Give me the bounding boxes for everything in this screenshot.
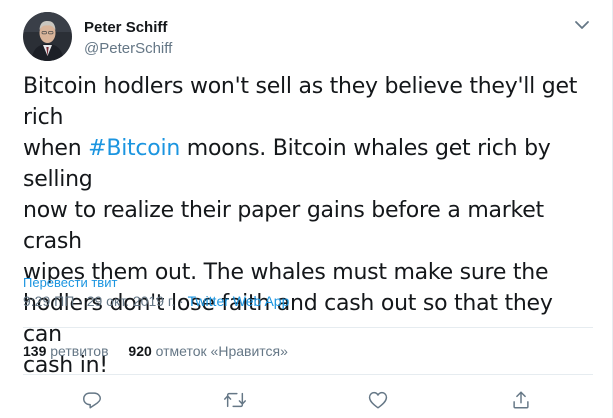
likes-stat[interactable]: 920 отметок «Нравится» — [128, 343, 288, 359]
author-handle[interactable]: @PeterSchiff — [84, 40, 172, 57]
chevron-down-icon — [575, 21, 589, 29]
author-name[interactable]: Peter Schiff — [84, 19, 167, 36]
reply-icon — [83, 392, 101, 409]
tweet-actions — [0, 383, 613, 415]
share-button[interactable] — [507, 386, 535, 414]
likes-label: отметок «Нравится» — [155, 343, 288, 359]
tweet-meta: 9:29 ПП · 29 окт. 2019 г. · Twitter Web … — [23, 293, 289, 309]
more-options-button[interactable] — [573, 18, 591, 32]
divider — [23, 327, 593, 328]
retweet-button[interactable] — [221, 386, 249, 414]
meta-separator: · — [74, 293, 87, 309]
tweet-card: Peter Schiff @PeterSchiff Bitcoin hodler… — [0, 0, 613, 418]
divider — [23, 374, 593, 375]
retweet-icon — [224, 392, 246, 408]
like-button[interactable] — [364, 386, 392, 414]
retweets-stat[interactable]: 139 ретвитов — [23, 343, 109, 359]
hashtag-link[interactable]: #Bitcoin — [88, 136, 180, 161]
retweets-label: ретвитов — [50, 343, 109, 359]
meta-separator: · — [175, 293, 188, 309]
tweet-text-line: now to realize their paper gains before … — [23, 198, 544, 254]
tweet-text-line: Bitcoin hodlers won't sell as they belie… — [23, 74, 578, 130]
translate-tweet-link[interactable]: Перевести твит — [23, 275, 117, 290]
engagement-stats: 139 ретвитов 920 отметок «Нравится» — [23, 343, 304, 359]
tweet-text-segment: when — [23, 136, 89, 161]
tweet-text-line: when #Bitcoin moons. Bitcoin whales get … — [23, 133, 593, 195]
tweet-time[interactable]: 9:29 ПП — [23, 293, 74, 309]
source-app-link[interactable]: Twitter Web App — [188, 293, 290, 309]
heart-icon — [368, 391, 388, 409]
avatar-portrait-icon — [23, 12, 72, 61]
reply-button[interactable] — [78, 386, 106, 414]
avatar[interactable] — [23, 12, 72, 61]
share-icon — [513, 391, 529, 409]
likes-count: 920 — [128, 343, 152, 359]
tweet-text: Bitcoin hodlers won't sell as they belie… — [23, 71, 593, 381]
tweet-date[interactable]: 29 окт. 2019 г. — [87, 293, 176, 309]
retweets-count: 139 — [23, 343, 47, 359]
